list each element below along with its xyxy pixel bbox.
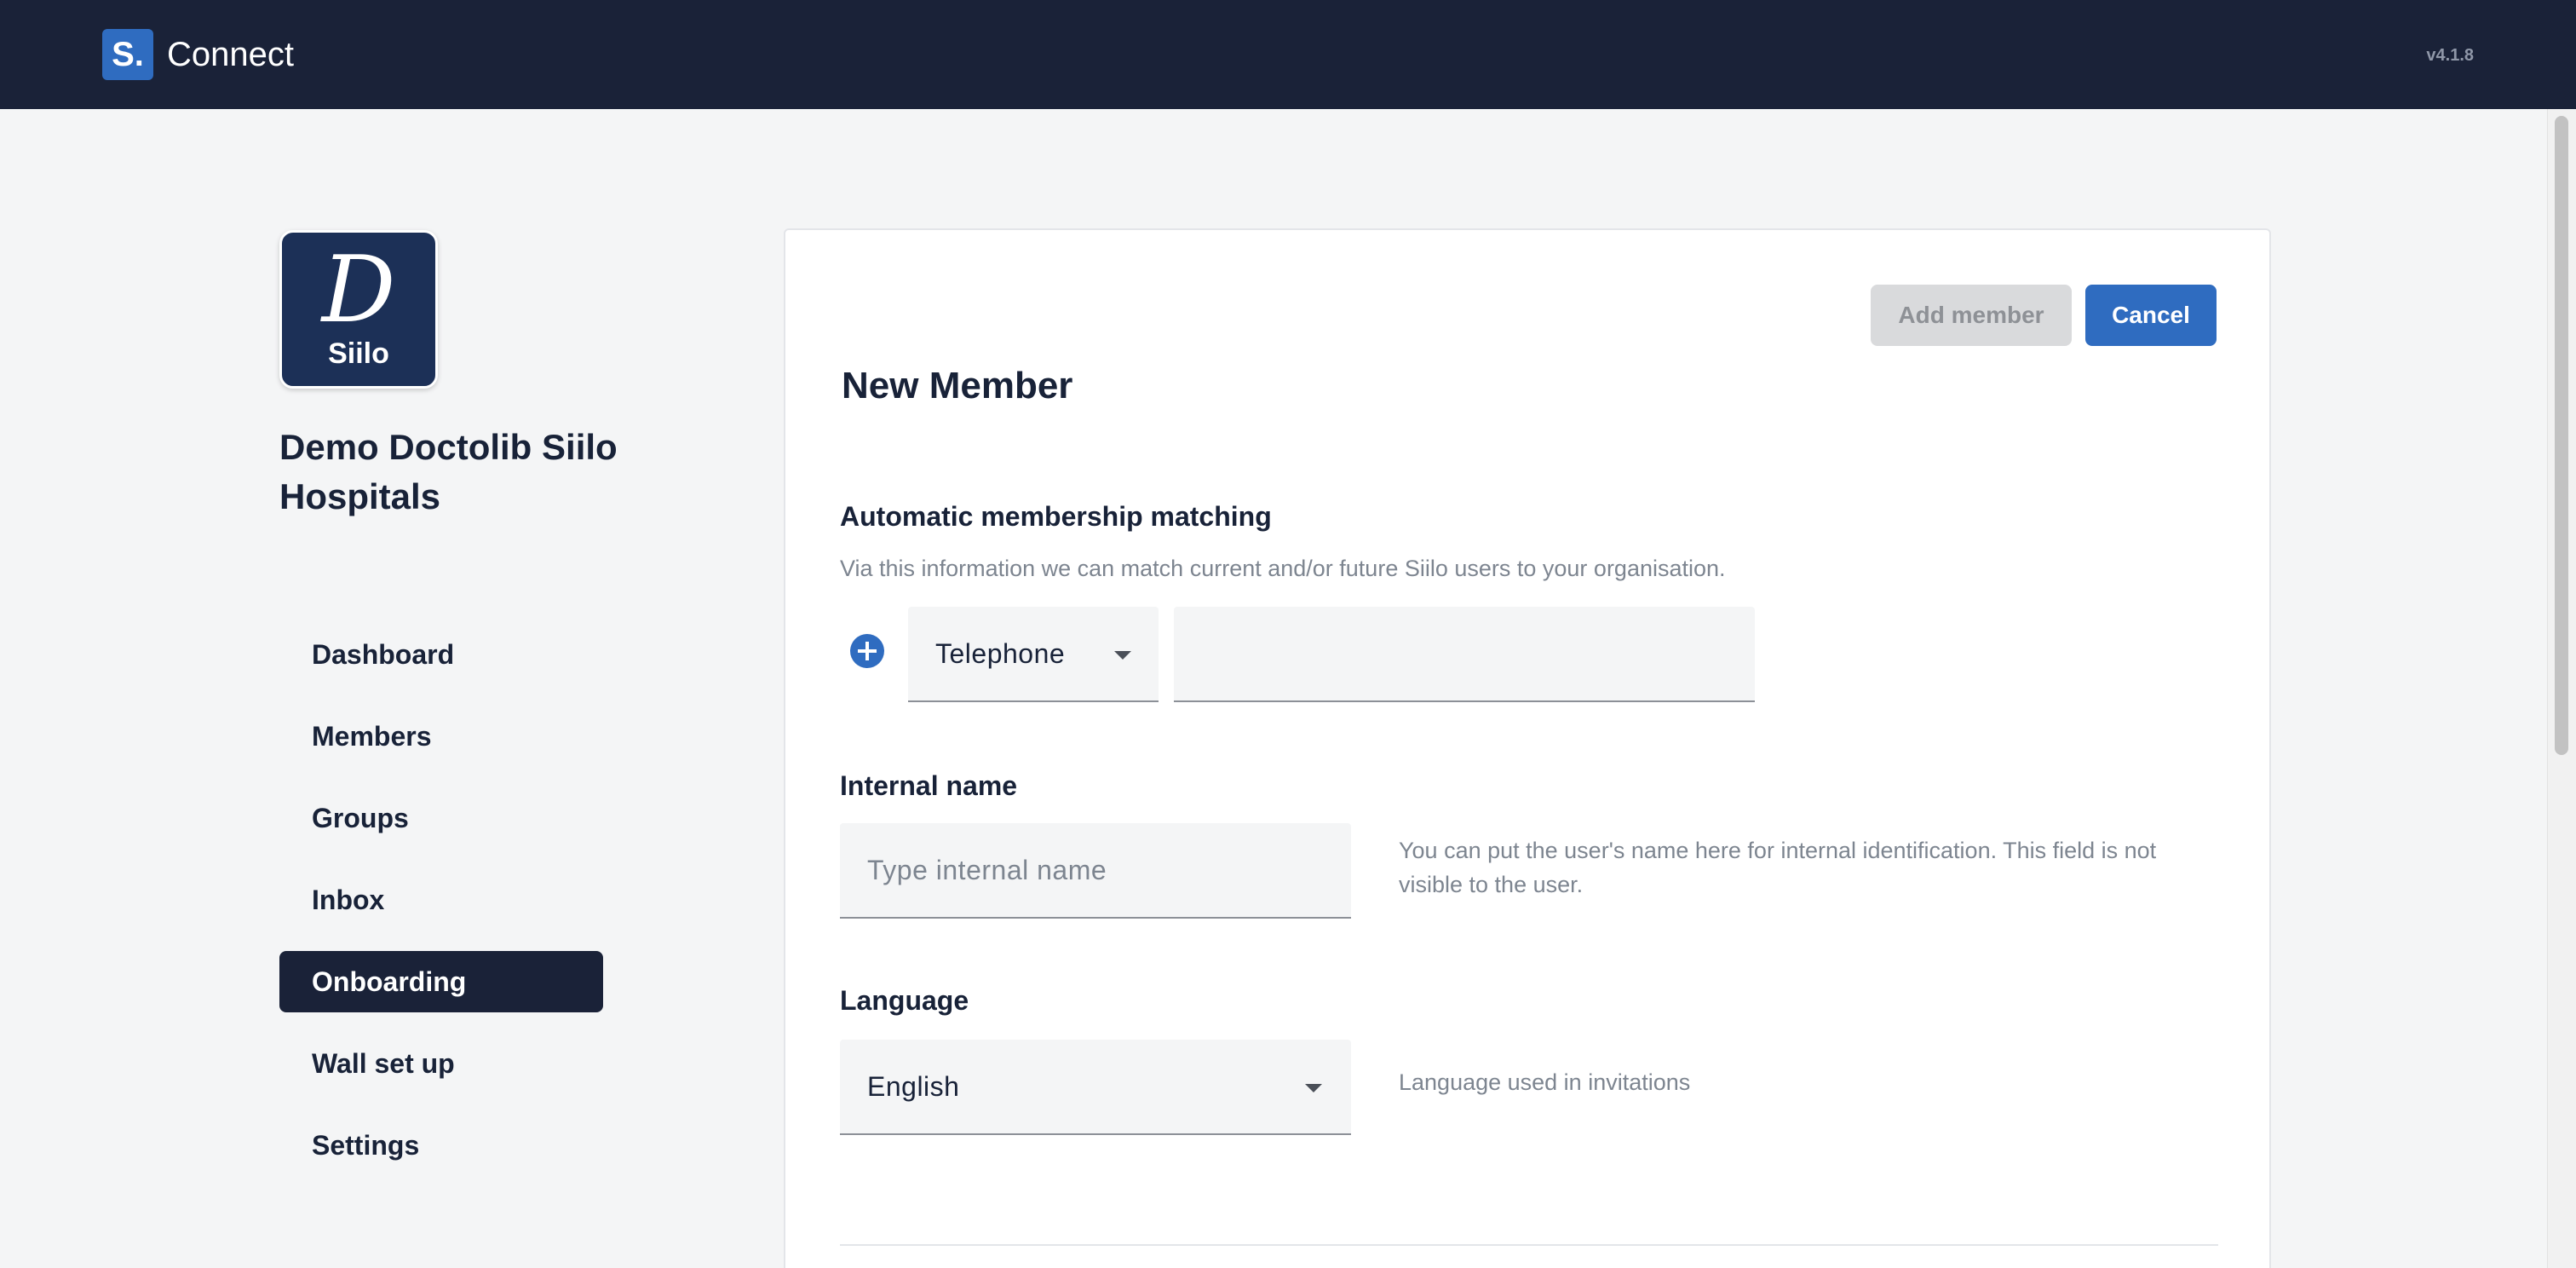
language-label: Language: [840, 985, 969, 1016]
organisation-name: Demo Doctolib Siilo Hospitals: [279, 427, 618, 516]
matching-value-field[interactable]: [1174, 607, 1755, 702]
organisation-logo: D Siilo: [279, 230, 438, 389]
nav-item-members[interactable]: Members: [279, 706, 603, 767]
matching-value-input[interactable]: [1174, 607, 1755, 700]
chevron-down-icon: [1114, 651, 1131, 660]
nav-item-wall-set-up[interactable]: Wall set up: [279, 1033, 603, 1094]
internal-name-helper: You can put the user's name here for int…: [1399, 838, 2157, 897]
nav-item-settings[interactable]: Settings: [279, 1115, 603, 1176]
logo-letter: D: [321, 237, 396, 343]
matching-type-select[interactable]: Telephone: [908, 607, 1159, 702]
brand-logo-icon: S.: [102, 29, 153, 80]
add-member-button[interactable]: Add member: [1871, 285, 2072, 346]
internal-name-field[interactable]: [840, 823, 1351, 919]
nav-item-inbox[interactable]: Inbox: [279, 869, 603, 931]
nav-item-onboarding[interactable]: Onboarding: [279, 951, 603, 1012]
version-label: v4.1.8: [2426, 46, 2474, 65]
matching-section-label: Automatic membership matching: [840, 501, 1272, 532]
internal-name-input[interactable]: [840, 823, 1351, 917]
new-member-card: Add member Cancel New Member Automatic m…: [784, 228, 2271, 1268]
page-title: New Member: [842, 365, 1073, 406]
language-value: English: [867, 1070, 960, 1102]
matching-description: Via this information we can match curren…: [840, 556, 1726, 581]
top-bar: S. Connect v4.1.8: [0, 0, 2576, 109]
nav-item-groups[interactable]: Groups: [279, 787, 603, 849]
sidebar-nav: Dashboard Members Groups Inbox Onboardin…: [279, 624, 603, 1196]
chevron-down-icon: [1305, 1084, 1322, 1092]
section-divider: [840, 1244, 2218, 1246]
cancel-button[interactable]: Cancel: [2085, 285, 2217, 346]
brand-name: Connect: [167, 35, 294, 73]
language-select[interactable]: English: [840, 1040, 1351, 1135]
add-matching-row-button[interactable]: [850, 634, 884, 668]
page-scrollbar[interactable]: [2547, 109, 2576, 1268]
scrollbar-thumb[interactable]: [2555, 116, 2568, 755]
brand[interactable]: S. Connect: [102, 29, 294, 80]
plus-icon: [858, 642, 877, 660]
matching-type-value: Telephone: [935, 637, 1066, 669]
nav-item-dashboard[interactable]: Dashboard: [279, 624, 603, 685]
logo-word: Siilo: [328, 337, 389, 370]
internal-name-label: Internal name: [840, 770, 1018, 801]
language-helper: Language used in invitations: [1399, 1069, 1691, 1095]
